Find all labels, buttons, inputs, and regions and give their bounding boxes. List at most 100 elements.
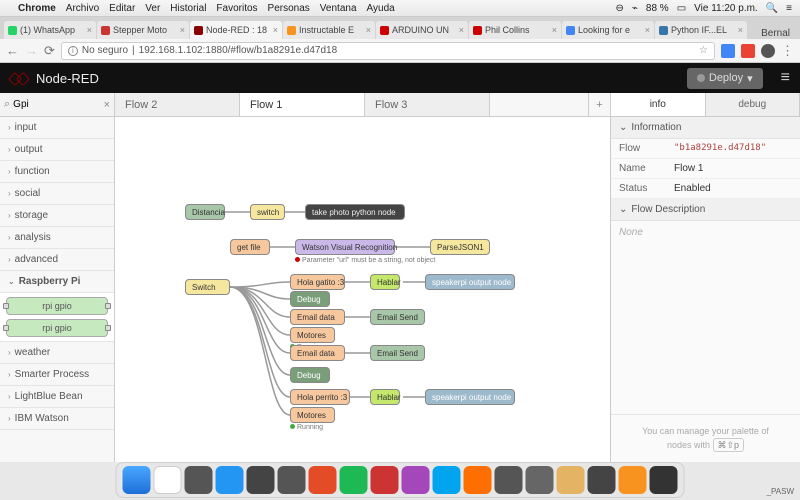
bookmark-icon[interactable]: ☆ — [699, 45, 708, 56]
flow-node-email-send2[interactable]: Email Send — [370, 345, 425, 361]
flow-canvas[interactable]: Distancia switch take photo python node … — [115, 117, 610, 462]
dock-app[interactable] — [557, 466, 585, 494]
palette-category-smarter[interactable]: ›Smarter Process — [0, 364, 114, 386]
notifications-icon[interactable]: ≡ — [786, 3, 792, 14]
dock-app[interactable] — [371, 466, 399, 494]
chevron-down-icon[interactable]: ▾ — [747, 72, 753, 85]
bluetooth-icon[interactable]: ⌁ — [632, 3, 638, 14]
dock-app-onenote[interactable] — [402, 466, 430, 494]
flow-node-debug2[interactable]: Debug — [290, 367, 330, 383]
deploy-button[interactable]: Deploy ▾ — [687, 68, 763, 89]
browser-tab[interactable]: (1) WhatsApp× — [4, 21, 96, 39]
extension-icon[interactable] — [721, 44, 735, 58]
flow-tab-active[interactable]: Flow 1 — [240, 93, 365, 116]
palette-category-advanced[interactable]: ›advanced — [0, 249, 114, 271]
browser-tab[interactable]: Instructable E× — [283, 21, 375, 39]
dock-app-spotify[interactable] — [340, 466, 368, 494]
browser-tab[interactable]: Stepper Moto× — [97, 21, 189, 39]
flow-node-motores[interactable]: Motores — [290, 327, 335, 343]
app-name[interactable]: Chrome — [18, 3, 56, 14]
menu-item[interactable]: Ventana — [320, 3, 357, 14]
extension-icon[interactable] — [761, 44, 775, 58]
palette-node-rpi-gpio-in[interactable]: rpi gpio — [6, 297, 108, 315]
palette-node-rpi-gpio-out[interactable]: rpi gpio — [6, 319, 108, 337]
site-info-icon[interactable]: i — [68, 46, 78, 56]
dock-app[interactable] — [619, 466, 647, 494]
flow-node-distancia[interactable]: Distancia — [185, 204, 225, 220]
dock-app[interactable] — [309, 466, 337, 494]
dock-app-finder[interactable] — [123, 466, 151, 494]
flow-node-email-data2[interactable]: Email data — [290, 345, 345, 361]
dock-app[interactable] — [185, 466, 213, 494]
menu-item[interactable]: Favoritos — [216, 3, 257, 14]
dock-app[interactable] — [526, 466, 554, 494]
flow-node-speaker2[interactable]: speakerpi output node — [425, 389, 515, 405]
browser-tab[interactable]: Phil Collins× — [469, 21, 561, 39]
chrome-profile[interactable]: Bernal — [755, 28, 796, 39]
dock-app[interactable] — [464, 466, 492, 494]
browser-tab[interactable]: ARDUINO UN× — [376, 21, 468, 39]
palette-category-weather[interactable]: ›weather — [0, 342, 114, 364]
dock-app[interactable] — [247, 466, 275, 494]
flow-node-speaker[interactable]: speakerpi output node — [425, 274, 515, 290]
browser-tab-active[interactable]: Node-RED : 18× — [190, 21, 282, 39]
flow-node-switch[interactable]: switch — [250, 204, 285, 220]
browser-tab[interactable]: Looking for e× — [562, 21, 654, 39]
flow-node-watson[interactable]: Watson Visual Recognition — [295, 239, 395, 255]
flow-node-take-photo[interactable]: take photo python node — [305, 204, 405, 220]
add-flow-button[interactable]: + — [588, 93, 610, 116]
clock[interactable]: Vie 11:20 p.m. — [694, 3, 758, 14]
address-bar[interactable]: i No seguro | 192.168.1.102:1880/#flow/b… — [61, 42, 715, 60]
flow-node-email-send[interactable]: Email Send — [370, 309, 425, 325]
palette-category-analysis[interactable]: ›analysis — [0, 227, 114, 249]
menu-item[interactable]: Ayuda — [367, 3, 395, 14]
menu-item[interactable]: Historial — [170, 3, 206, 14]
dock-app-appstore[interactable] — [216, 466, 244, 494]
flow-node-hola-gatito[interactable]: Hola gatito :3 — [290, 274, 345, 290]
palette-category-output[interactable]: ›output — [0, 139, 114, 161]
flow-node-get-file[interactable]: get file — [230, 239, 270, 255]
flow-node-email-data[interactable]: Email data — [290, 309, 345, 325]
flow-node-hablar[interactable]: Hablar — [370, 274, 400, 290]
palette-category-input[interactable]: ›input — [0, 117, 114, 139]
palette-category-social[interactable]: ›social — [0, 183, 114, 205]
dock-app[interactable] — [650, 466, 678, 494]
flow-tab[interactable]: Flow 3 — [365, 93, 490, 116]
menu-item[interactable]: Ver — [145, 3, 160, 14]
menu-item[interactable]: Personas — [268, 3, 310, 14]
clear-search-icon[interactable]: × — [104, 99, 110, 111]
flow-node-switch2[interactable]: Switch — [185, 279, 230, 295]
palette-category-raspberrypi[interactable]: ⌄Raspberry Pi — [0, 271, 114, 293]
flow-node-hablar2[interactable]: Hablar — [370, 389, 400, 405]
dock-app[interactable] — [278, 466, 306, 494]
dock-app-calendar[interactable] — [154, 466, 182, 494]
hamburger-icon[interactable]: ≡ — [781, 69, 790, 87]
palette-category-lightblue[interactable]: ›LightBlue Bean — [0, 386, 114, 408]
browser-tab[interactable]: Python IF...EL× — [655, 21, 747, 39]
dock-app[interactable] — [433, 466, 461, 494]
sidebar-section-information[interactable]: ⌄Information — [611, 117, 800, 139]
dock-app[interactable] — [495, 466, 523, 494]
spotlight-icon[interactable]: 🔍 — [766, 3, 778, 14]
sidebar-tab-debug[interactable]: debug — [706, 93, 800, 116]
menu-item[interactable]: Editar — [109, 3, 135, 14]
dock-app[interactable] — [588, 466, 616, 494]
back-button[interactable]: ← — [6, 43, 19, 58]
wifi-icon[interactable]: ⊖ — [615, 3, 623, 14]
palette-category-function[interactable]: ›function — [0, 161, 114, 183]
palette-category-storage[interactable]: ›storage — [0, 205, 114, 227]
chrome-menu-icon[interactable]: ⋮ — [781, 43, 794, 59]
menu-item[interactable]: Archivo — [66, 3, 99, 14]
sidebar-tab-info[interactable]: info — [611, 93, 706, 116]
forward-button[interactable]: → — [25, 43, 38, 58]
flow-tab[interactable]: Flow 2 — [115, 93, 240, 116]
extension-icon[interactable] — [741, 44, 755, 58]
sidebar-section-description[interactable]: ⌄Flow Description — [611, 199, 800, 221]
flow-node-hola-perrito[interactable]: Hola perrito :3 — [290, 389, 350, 405]
flow-node-parsejson[interactable]: ParseJSON1 — [430, 239, 490, 255]
flow-node-debug[interactable]: Debug — [290, 291, 330, 307]
reload-button[interactable]: ⟳ — [44, 43, 55, 59]
flow-node-motores2[interactable]: Motores — [290, 407, 335, 423]
palette-category-watson[interactable]: ›IBM Watson — [0, 408, 114, 430]
palette-search-input[interactable] — [13, 99, 83, 110]
